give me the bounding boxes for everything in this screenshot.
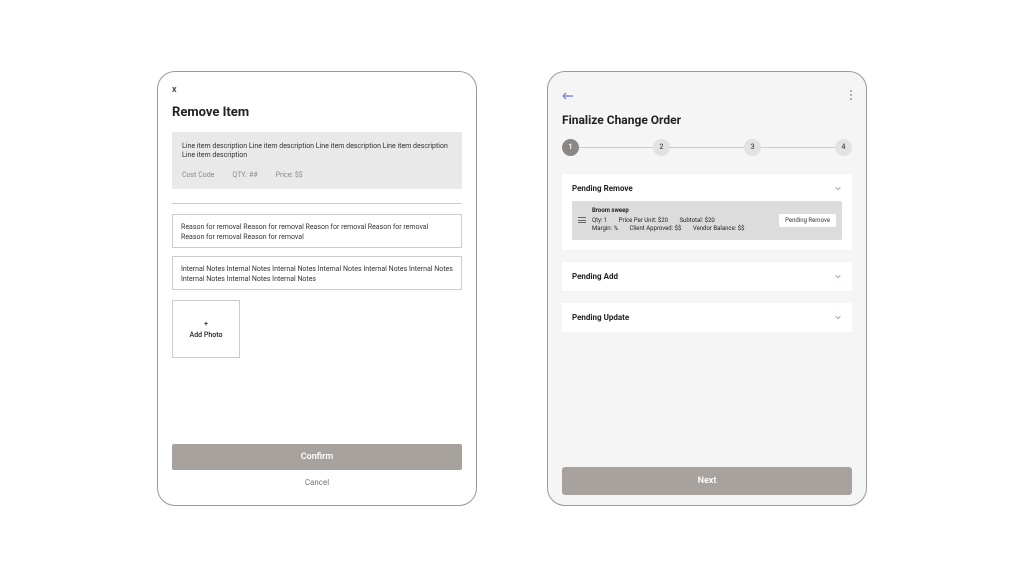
section-title: Pending Remove bbox=[572, 184, 633, 193]
status-badge: Pending Remove bbox=[779, 214, 836, 227]
plus-icon: + bbox=[204, 320, 208, 328]
price-label: Price: $$ bbox=[276, 171, 303, 179]
page-title: Finalize Change Order bbox=[562, 113, 852, 127]
section-header[interactable]: Pending Add bbox=[572, 272, 842, 281]
pending-update-section: Pending Update bbox=[562, 303, 852, 332]
line-item-subtotal: Subtotal: $20 bbox=[679, 217, 714, 224]
remove-item-panel: x Remove Item Line item description Line… bbox=[157, 71, 477, 506]
pending-remove-section: Pending Remove Broom sweep Qty: 1 Price … bbox=[562, 174, 852, 250]
line-item-row[interactable]: Broom sweep Qty: 1 Price Per Unit: $20 S… bbox=[572, 201, 842, 240]
chevron-down-icon bbox=[834, 272, 842, 280]
line-item-client-approved: Client Approved: $$ bbox=[629, 225, 681, 232]
divider bbox=[172, 203, 462, 204]
reason-input[interactable]: Reason for removal Reason for removal Re… bbox=[172, 214, 462, 248]
qty-label: QTY: ## bbox=[232, 171, 257, 179]
more-menu-button[interactable] bbox=[850, 90, 852, 100]
next-button[interactable]: Next bbox=[562, 467, 852, 495]
chevron-down-icon bbox=[834, 184, 842, 192]
cost-code-label: Cost Code bbox=[182, 171, 214, 179]
add-photo-button[interactable]: + Add Photo bbox=[172, 300, 240, 358]
progress-stepper: 1 2 3 4 bbox=[562, 139, 852, 156]
step-4[interactable]: 4 bbox=[835, 139, 852, 156]
line-item-summary: Line item description Line item descript… bbox=[172, 132, 462, 190]
back-button[interactable] bbox=[562, 86, 574, 105]
line-item-price-per-unit: Price Per Unit: $20 bbox=[619, 217, 668, 224]
close-button[interactable]: x bbox=[172, 86, 462, 95]
item-description: Line item description Line item descript… bbox=[182, 142, 452, 162]
add-photo-label: Add Photo bbox=[190, 331, 223, 339]
section-title: Pending Update bbox=[572, 313, 629, 322]
step-1[interactable]: 1 bbox=[562, 139, 579, 156]
line-item-name: Broom sweep bbox=[592, 207, 773, 215]
arrow-left-icon bbox=[562, 91, 574, 101]
line-item-qty: Qty: 1 bbox=[592, 217, 607, 224]
pending-add-section: Pending Add bbox=[562, 262, 852, 291]
chevron-down-icon bbox=[834, 313, 842, 321]
drag-handle-icon[interactable] bbox=[578, 217, 586, 223]
cancel-button[interactable]: Cancel bbox=[172, 470, 462, 495]
internal-notes-input[interactable]: Internal Notes Internal Notes Internal N… bbox=[172, 256, 462, 290]
section-header[interactable]: Pending Update bbox=[572, 313, 842, 322]
confirm-button[interactable]: Confirm bbox=[172, 444, 462, 470]
finalize-change-order-panel: Finalize Change Order 1 2 3 4 Pending Re… bbox=[547, 71, 867, 506]
line-item-vendor-balance: Vendor Balance: $$ bbox=[693, 225, 745, 232]
step-3[interactable]: 3 bbox=[744, 139, 761, 156]
page-title: Remove Item bbox=[172, 105, 462, 120]
step-2[interactable]: 2 bbox=[653, 139, 670, 156]
section-title: Pending Add bbox=[572, 272, 618, 281]
line-item-margin: Margin: % bbox=[592, 225, 618, 232]
section-header[interactable]: Pending Remove bbox=[572, 184, 842, 193]
